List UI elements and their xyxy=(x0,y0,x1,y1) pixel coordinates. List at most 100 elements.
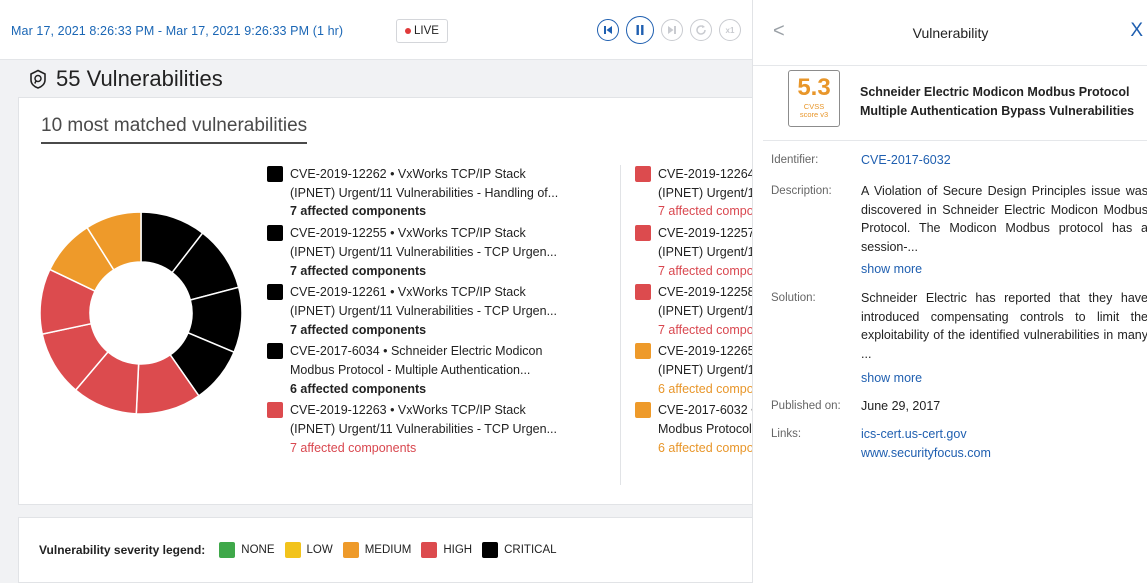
vulnerability-text: CVE-2019-12265 (IPNET) Urgent/1 6 affected… xyxy=(658,342,752,398)
vulnerability-text: CVE-2019-12264 (IPNET) Urgent/1 7 affected… xyxy=(658,165,752,221)
affected-count: 6 affected components xyxy=(290,381,427,396)
affected-count: 6 affected compo xyxy=(658,440,752,455)
vulnerability-title-line: (IPNET) Urgent/1 xyxy=(658,185,752,200)
vulnerability-text: CVE-2017-6034 • Schneider Electric Modic… xyxy=(290,342,542,398)
vulnerability-list-item[interactable]: CVE-2017-6032 • Modbus Protocol 6 affected… xyxy=(621,401,752,457)
shield-vulnerability-icon xyxy=(30,69,46,89)
vulnerability-list-item[interactable]: CVE-2019-12255 • VxWorks TCP/IP Stack (IP… xyxy=(267,224,607,280)
legend-label: CRITICAL xyxy=(504,544,557,556)
affected-count: 6 affected compo xyxy=(658,381,752,396)
vulnerability-title-line: (IPNET) Urgent/1 xyxy=(658,244,752,259)
vulnerability-text: CVE-2017-6032 • Modbus Protocol 6 affected… xyxy=(658,401,752,457)
live-badge[interactable]: LIVE xyxy=(396,19,448,43)
vulnerability-text: CVE-2019-12255 • VxWorks TCP/IP Stack (IP… xyxy=(290,224,557,280)
vulnerability-title-line: (IPNET) Urgent/11 Vulnerabilities - TCP … xyxy=(290,244,557,259)
vulnerability-title-line: CVE-2019-12262 • VxWorks TCP/IP Stack xyxy=(290,167,526,181)
vulnerability-title-line: CVE-2019-12255 • VxWorks TCP/IP Stack xyxy=(290,226,526,241)
live-label: LIVE xyxy=(414,25,439,37)
vulnerability-text: CVE-2019-12258 (IPNET) Urgent/1 7 affected… xyxy=(658,283,752,339)
legend-item: MEDIUM xyxy=(342,542,412,558)
vulnerability-list-item[interactable]: CVE-2019-12263 • VxWorks TCP/IP Stack (IP… xyxy=(267,401,607,457)
legend-label: NONE xyxy=(241,544,275,556)
severity-swatch xyxy=(635,402,651,419)
description-text: A Violation of Secure Design Principles … xyxy=(861,184,1147,254)
skip-back-icon xyxy=(604,26,612,34)
vulnerability-title-line: CVE-2019-12264 xyxy=(658,167,752,181)
link-ics-cert[interactable]: ics-cert.us-cert.gov xyxy=(861,425,1147,444)
legend-item: CRITICAL xyxy=(482,542,557,558)
vulnerability-list-col2: CVE-2019-12264 (IPNET) Urgent/1 7 affected… xyxy=(620,165,752,485)
vulnerability-detail-panel: < Vulnerability X 5.3 CVSS score v3 Schn… xyxy=(752,0,1147,583)
time-range[interactable]: Mar 17, 2021 8:26:33 PM - Mar 17, 2021 9… xyxy=(11,24,343,38)
severity-swatch xyxy=(267,402,283,419)
vulnerability-title-line: Modbus Protocol xyxy=(658,422,752,437)
legend-swatch xyxy=(284,542,301,558)
severity-swatch xyxy=(267,166,283,182)
show-more-description-link[interactable]: show more xyxy=(861,260,1147,279)
vulnerability-title-line: CVE-2017-6034 • Schneider Electric Modic… xyxy=(290,344,543,359)
published-label: Published on: xyxy=(771,400,841,412)
vulnerability-text: CVE-2019-12257 (IPNET) Urgent/1 7 affected… xyxy=(658,224,752,280)
legend-label: LOW xyxy=(306,544,333,556)
show-more-solution-link[interactable]: show more xyxy=(861,369,1147,388)
vulnerability-title-line: Modbus Protocol - Multiple Authenticatio… xyxy=(290,363,531,378)
description-label: Description: xyxy=(771,185,832,197)
time-toolbar: Mar 17, 2021 8:26:33 PM - Mar 17, 2021 9… xyxy=(0,0,752,60)
panel-header: < Vulnerability X xyxy=(753,0,1147,66)
vulnerability-list-item[interactable]: CVE-2019-12261 • VxWorks TCP/IP Stack (IP… xyxy=(267,283,607,339)
affected-count: 7 affected components xyxy=(290,263,427,278)
vulnerability-title-line: CVE-2019-12265 xyxy=(658,344,752,359)
affected-count: 7 affected components xyxy=(290,440,417,455)
refresh-button[interactable] xyxy=(690,19,712,41)
solution-label: Solution: xyxy=(771,292,816,304)
cvss-version: score v3 xyxy=(799,110,829,119)
vulnerability-title-line: CVE-2019-12258 xyxy=(658,285,752,300)
pause-button[interactable] xyxy=(626,16,654,44)
skip-back-button[interactable] xyxy=(597,19,619,41)
affected-count: 7 affected components xyxy=(290,322,427,337)
affected-count: 7 affected components xyxy=(290,204,427,219)
identifier-link[interactable]: CVE-2017-6032 xyxy=(861,151,1147,170)
skip-forward-icon xyxy=(668,26,676,34)
vulnerability-name: Schneider Electric Modicon Modbus Protoc… xyxy=(860,85,1135,118)
page-heading: 55 Vulnerabilities xyxy=(28,66,223,92)
vulnerability-list-item[interactable]: CVE-2019-12258 (IPNET) Urgent/1 7 affected… xyxy=(621,283,752,339)
affected-count: 7 affected compo xyxy=(658,263,752,278)
vulnerability-list-item[interactable]: CVE-2019-12257 (IPNET) Urgent/1 7 affected… xyxy=(621,224,752,280)
vulnerability-list-item[interactable]: CVE-2019-12262 • VxWorks TCP/IP Stack (IP… xyxy=(267,165,607,221)
severity-swatch xyxy=(635,284,651,301)
severity-swatch xyxy=(635,225,651,242)
vulnerability-list-item[interactable]: CVE-2019-12265 (IPNET) Urgent/1 6 affected… xyxy=(621,342,752,398)
vulnerability-title-line: CVE-2019-12263 • VxWorks TCP/IP Stack xyxy=(290,403,526,418)
vulnerability-title-line: CVE-2019-12261 • VxWorks TCP/IP Stack xyxy=(290,285,526,300)
legend-label: MEDIUM xyxy=(364,544,412,556)
severity-swatch xyxy=(635,166,651,182)
severity-swatch xyxy=(267,225,283,242)
legend-item: LOW xyxy=(284,542,333,558)
link-securityfocus[interactable]: www.securityfocus.com xyxy=(861,444,1147,463)
vulnerability-list-item[interactable]: CVE-2017-6034 • Schneider Electric Modic… xyxy=(267,342,607,398)
close-icon[interactable]: X xyxy=(1130,20,1143,42)
vulnerability-title-line: (IPNET) Urgent/1 xyxy=(658,303,752,318)
legend-title: Vulnerability severity legend: xyxy=(39,543,206,557)
vulnerability-title-line: (IPNET) Urgent/11 Vulnerabilities - TCP … xyxy=(290,422,557,437)
cvss-score: 5.3 xyxy=(797,74,831,101)
legend-swatch xyxy=(482,542,499,558)
vulnerability-title-line: CVE-2017-6032 • xyxy=(658,403,752,418)
legend-item: NONE xyxy=(219,542,275,558)
live-dot-icon xyxy=(405,28,411,34)
vulnerability-donut-chart[interactable] xyxy=(39,211,243,415)
links-label: Links: xyxy=(771,428,802,440)
speed-button[interactable]: x1 xyxy=(719,19,741,41)
vulnerability-title-line: (IPNET) Urgent/1 xyxy=(658,363,752,378)
legend-swatch xyxy=(219,542,236,558)
card-title: 10 most matched vulnerabilities xyxy=(41,115,308,144)
solution-text: Schneider Electric has reported that the… xyxy=(861,291,1147,361)
skip-forward-button[interactable] xyxy=(661,19,683,41)
severity-swatch xyxy=(267,284,283,301)
top-vulnerabilities-card: 10 most matched vulnerabilities CVE-2019… xyxy=(18,97,752,505)
vulnerability-list-item[interactable]: CVE-2019-12264 (IPNET) Urgent/1 7 affected… xyxy=(621,165,752,221)
vulnerability-text: CVE-2019-12263 • VxWorks TCP/IP Stack (IP… xyxy=(290,401,557,457)
vulnerability-text: CVE-2019-12261 • VxWorks TCP/IP Stack (IP… xyxy=(290,283,557,339)
legend-swatch xyxy=(342,542,359,558)
